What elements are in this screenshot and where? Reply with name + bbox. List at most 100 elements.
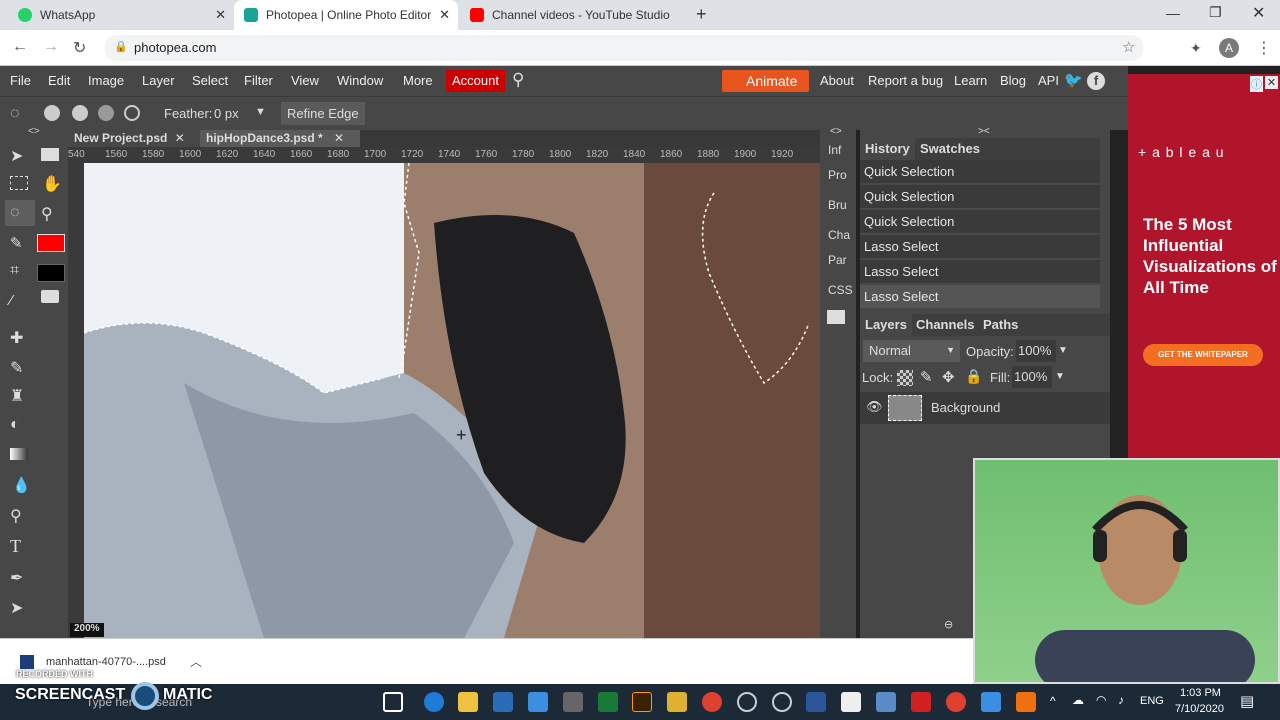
- omnibox[interactable]: 🔒 photopea.com ☆: [104, 35, 1144, 61]
- image-icon[interactable]: [827, 310, 845, 324]
- sidetab-properties[interactable]: Pro: [828, 168, 847, 182]
- browser-menu-icon[interactable]: ⋮: [1256, 38, 1272, 58]
- menu-filter[interactable]: Filter: [244, 73, 273, 88]
- app-icon[interactable]: [563, 692, 583, 712]
- app3-icon[interactable]: [876, 692, 896, 712]
- file-explorer-icon[interactable]: [458, 692, 478, 712]
- history-item[interactable]: Lasso Select: [860, 260, 1100, 284]
- chrome2-icon[interactable]: [946, 692, 966, 712]
- close-icon[interactable]: ✕: [334, 131, 344, 145]
- maximize-icon[interactable]: ❐: [1209, 4, 1222, 21]
- tab-channels[interactable]: Channels: [916, 317, 975, 332]
- publisher-icon[interactable]: [598, 692, 618, 712]
- fill-input[interactable]: 100%: [1012, 366, 1052, 388]
- new-tab-button[interactable]: +: [696, 4, 707, 25]
- facebook-icon[interactable]: f: [1087, 72, 1105, 90]
- blur-tool-icon[interactable]: 💧: [12, 476, 31, 494]
- menu-api[interactable]: API: [1038, 73, 1059, 88]
- menu-edit[interactable]: Edit: [48, 73, 70, 88]
- language-indicator[interactable]: ENG: [1140, 695, 1164, 707]
- move-tool-icon[interactable]: ➤: [10, 146, 23, 166]
- adchoices-icon[interactable]: ⓘ: [1250, 76, 1263, 92]
- history-item[interactable]: Quick Selection: [860, 160, 1100, 184]
- store-icon[interactable]: [493, 692, 513, 712]
- lasso-tool-icon[interactable]: ◌: [10, 204, 20, 222]
- history-item[interactable]: Quick Selection: [860, 185, 1100, 209]
- app2-icon[interactable]: [772, 692, 792, 712]
- word-icon[interactable]: [806, 692, 826, 712]
- menu-blog[interactable]: Blog: [1000, 73, 1026, 88]
- chrome-icon[interactable]: [702, 692, 722, 712]
- healing-brush-icon[interactable]: ✚: [10, 328, 23, 348]
- selection-add-icon[interactable]: [72, 105, 88, 121]
- marquee-tool-icon[interactable]: [10, 176, 28, 190]
- link-layers-icon[interactable]: ⊖: [944, 618, 953, 631]
- chevron-down-icon[interactable]: ▼: [255, 106, 266, 118]
- tab-whatsapp[interactable]: WhatsApp ✕: [8, 0, 234, 30]
- quick-selection-icon[interactable]: ✎: [10, 234, 23, 252]
- clock-time[interactable]: 1:03 PM: [1180, 687, 1221, 699]
- wifi-icon[interactable]: ◠: [1096, 693, 1106, 707]
- selection-subtract-icon[interactable]: [98, 105, 114, 121]
- artboard-tool-icon[interactable]: [41, 148, 59, 161]
- cloud-icon[interactable]: ☁: [1072, 693, 1084, 707]
- menu-about[interactable]: About: [820, 73, 854, 88]
- feather-input[interactable]: 0 px: [214, 106, 239, 121]
- hand-tool-icon[interactable]: ✋: [42, 174, 62, 194]
- app4-icon[interactable]: [911, 692, 931, 712]
- foreground-color-swatch[interactable]: [37, 234, 65, 252]
- doc-tab-new-project[interactable]: New Project.psd ✕: [68, 130, 200, 147]
- chevron-down-icon[interactable]: ▼: [1055, 371, 1065, 382]
- selection-intersect-icon[interactable]: [124, 105, 140, 121]
- eye-icon[interactable]: 👁: [866, 399, 883, 415]
- layer-row[interactable]: 👁 Background: [860, 392, 1110, 424]
- menu-window[interactable]: Window: [337, 73, 383, 88]
- lock-position-icon[interactable]: ✥: [942, 368, 955, 386]
- pen-tool-icon[interactable]: ✒: [10, 568, 23, 588]
- forward-icon[interactable]: →: [43, 38, 59, 56]
- clock-date[interactable]: 7/10/2020: [1175, 703, 1224, 715]
- collapse-icon[interactable]: <>: [28, 126, 40, 137]
- app5-icon[interactable]: [981, 692, 1001, 712]
- quick-mask-icon[interactable]: [41, 290, 59, 303]
- download-filename[interactable]: manhattan-40770-....psd: [46, 656, 166, 668]
- window-close-icon[interactable]: ✕: [1252, 3, 1265, 23]
- mail-icon[interactable]: [528, 692, 548, 712]
- history-item-current[interactable]: Lasso Select: [860, 285, 1100, 309]
- opacity-input[interactable]: 100%: [1016, 340, 1056, 362]
- refine-edge-button[interactable]: Refine Edge: [281, 102, 365, 125]
- history-item[interactable]: Quick Selection: [860, 210, 1100, 234]
- eyedropper-icon[interactable]: ⁄: [10, 292, 13, 309]
- chevron-up-icon[interactable]: ︿: [190, 653, 202, 670]
- menu-layer[interactable]: Layer: [142, 73, 175, 88]
- blend-mode-select[interactable]: Normal ▼: [863, 340, 960, 362]
- tab-history[interactable]: History: [860, 138, 915, 160]
- close-icon[interactable]: ✕: [215, 7, 226, 23]
- crop-tool-icon[interactable]: ⌗: [10, 262, 19, 280]
- extensions-icon[interactable]: ✦: [1190, 40, 1202, 57]
- volume-icon[interactable]: ♪: [1118, 693, 1124, 707]
- media-player-icon[interactable]: [667, 692, 687, 712]
- task-view-icon[interactable]: [383, 692, 403, 712]
- tab-paths[interactable]: Paths: [983, 317, 1018, 332]
- lock-all-icon[interactable]: 🔒: [965, 368, 982, 385]
- ad-close-icon[interactable]: ✕: [1265, 76, 1278, 89]
- collapse-icon[interactable]: ><: [978, 126, 990, 137]
- sidetab-css[interactable]: CSS: [828, 283, 853, 297]
- lock-pixels-icon[interactable]: ✎: [920, 368, 933, 386]
- minimize-icon[interactable]: —: [1166, 5, 1180, 21]
- menu-file[interactable]: File: [10, 73, 31, 88]
- profile-avatar[interactable]: A: [1219, 38, 1239, 58]
- zoom-tool-icon[interactable]: ⚲: [41, 204, 53, 224]
- eraser-tool-icon[interactable]: ◐: [10, 416, 20, 434]
- selection-new-icon[interactable]: [44, 105, 60, 121]
- menu-report-bug[interactable]: Report a bug: [868, 73, 943, 88]
- ad-cta-button[interactable]: GET THE WHITEPAPER: [1143, 344, 1263, 366]
- image-canvas[interactable]: +: [84, 163, 820, 638]
- menu-learn[interactable]: Learn: [954, 73, 987, 88]
- tray-chevron-icon[interactable]: ^: [1050, 694, 1056, 708]
- brush-tool-icon[interactable]: ✎: [10, 358, 23, 378]
- menu-view[interactable]: View: [291, 73, 319, 88]
- close-icon[interactable]: ✕: [175, 131, 185, 145]
- reload-icon[interactable]: ↻: [73, 38, 86, 58]
